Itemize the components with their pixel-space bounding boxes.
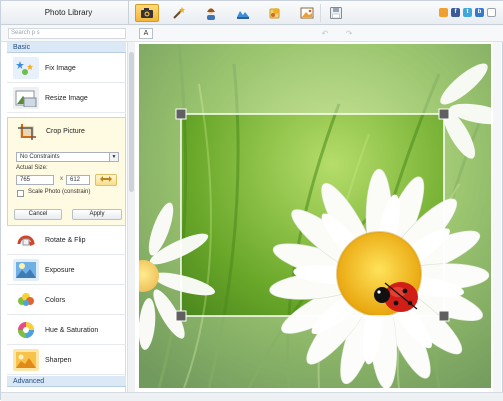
constraint-select[interactable]: No Constraints ▼ [16, 152, 119, 162]
sidebar-item-label: Sharpen [45, 356, 72, 364]
times-label: x [60, 176, 63, 182]
fit-to-window-button[interactable]: A [139, 28, 153, 39]
email-icon[interactable] [487, 8, 496, 17]
crop-width-input[interactable]: 765 [16, 175, 54, 185]
sidebar-item-label: Fix Image [45, 64, 76, 72]
twitter-icon[interactable]: t [463, 8, 472, 17]
colors-icon [13, 289, 39, 311]
photo-canvas[interactable] [139, 44, 491, 388]
sidebar-item-sharpen[interactable]: Sharpen [7, 346, 126, 375]
sidebar-item-label: Resize Image [45, 94, 88, 102]
blogger-icon[interactable]: b [475, 8, 484, 17]
scrollbar-thumb[interactable] [129, 52, 134, 192]
stickers-icon[interactable] [263, 4, 287, 22]
crop-picture-label: Crop Picture [46, 128, 85, 135]
crop-handle-bottom-right[interactable] [438, 310, 450, 322]
undo-icon[interactable]: ↶ [319, 28, 331, 39]
cancel-button[interactable]: Cancel [14, 209, 62, 220]
sharpen-icon [13, 349, 39, 371]
share-icon[interactable] [439, 8, 448, 17]
chevron-down-icon: ▼ [109, 153, 118, 161]
sidebar-item-label: Rotate & Flip [45, 236, 86, 244]
frame-icon[interactable] [231, 4, 255, 22]
scale-photo-label: Scale Photo (constrain) [28, 189, 91, 195]
advanced-section-header[interactable]: Advanced [7, 376, 126, 387]
apply-button[interactable]: Apply [72, 209, 122, 220]
photo-library-tab[interactable]: Photo Library [9, 1, 129, 25]
resize-icon [13, 87, 39, 109]
crop-handle-top-right[interactable] [438, 108, 450, 120]
picture-icon[interactable] [295, 4, 319, 22]
sidebar-item-label: Hue & Saturation [45, 326, 99, 334]
actual-size-label: Actual Size: [16, 165, 48, 171]
rotate-icon [13, 229, 39, 251]
scale-photo-checkbox[interactable] [17, 190, 24, 197]
lock-ratio-button[interactable] [95, 174, 117, 186]
sidebar-item-rotate-flip[interactable]: Rotate & Flip [7, 226, 126, 255]
sidebar-item-fix-image[interactable]: Fix Image [7, 54, 126, 83]
sidebar-item-label: Colors [45, 296, 66, 304]
sidebar-item-resize-image[interactable]: Resize Image [7, 84, 126, 113]
sidebar-item-crop-picture[interactable]: Crop Picture [8, 118, 125, 145]
sidebar-scrollbar[interactable] [127, 42, 135, 392]
daisy-photo [139, 44, 491, 388]
sidebar-item-hue-saturation[interactable]: Hue & Saturation [7, 316, 126, 345]
redo-icon[interactable]: ↷ [343, 28, 355, 39]
photo-editor-window: Photo Library f t b Search p s A ↶ ↷ Bas… [0, 0, 503, 401]
sidebar-item-colors[interactable]: Colors [7, 286, 126, 315]
secondary-toolbar: Search p s A ↶ ↷ [1, 25, 503, 42]
magic-wand-icon[interactable] [167, 4, 191, 22]
crop-icon [14, 121, 40, 143]
basic-section-header[interactable]: Basic [7, 42, 126, 53]
save-icon[interactable] [324, 4, 348, 22]
fix-image-icon [13, 57, 39, 79]
sidebar-item-label: Exposure [45, 266, 75, 274]
facebook-icon[interactable]: f [451, 8, 460, 17]
camera-icon[interactable] [135, 4, 159, 22]
sidebar-item-exposure[interactable]: Exposure [7, 256, 126, 285]
tools-sidebar: Basic Fix Image Resize Image Crop Pictur… [7, 42, 126, 392]
person-icon[interactable] [199, 4, 223, 22]
toolbar-divider [320, 4, 321, 22]
hue-saturation-icon [13, 319, 39, 341]
crop-handle-top-left[interactable] [175, 108, 187, 120]
crop-picture-panel: Crop Picture No Constraints ▼ Actual Siz… [7, 117, 126, 226]
canvas-scrollbar[interactable] [493, 42, 501, 392]
exposure-icon [13, 259, 39, 281]
crop-handle-bottom-left[interactable] [175, 310, 187, 322]
constraint-value: No Constraints [20, 154, 60, 160]
crop-height-input[interactable]: 612 [66, 175, 90, 185]
top-toolbar: Photo Library f t b [1, 1, 503, 25]
search-input[interactable]: Search p s [8, 28, 126, 39]
